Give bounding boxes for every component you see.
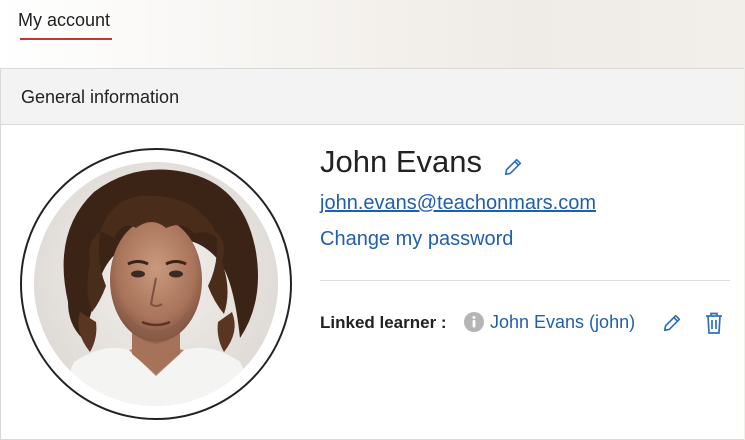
profile-email-link[interactable]: john.evans@teachonmars.com [320, 192, 596, 215]
linked-learner-link[interactable]: John Evans (john) [490, 312, 635, 333]
card-header-title: General information [21, 87, 180, 107]
profile-name: John Evans [320, 144, 482, 179]
user-photo-icon [34, 162, 278, 406]
edit-name-pencil-icon[interactable] [502, 156, 524, 178]
avatar [34, 162, 278, 406]
edit-linked-learner-pencil-icon[interactable] [661, 312, 683, 334]
delete-linked-learner-trash-icon[interactable] [704, 311, 724, 335]
top-tab-bar: My account [0, 0, 745, 68]
avatar-frame [20, 148, 292, 420]
section-divider [320, 280, 730, 281]
card-header: General information [1, 69, 744, 125]
active-tab-indicator [20, 38, 112, 40]
info-icon[interactable] [464, 312, 484, 332]
my-account-page: My account General information John Evan… [0, 0, 745, 440]
change-password-link[interactable]: Change my password [320, 228, 513, 251]
linked-learner-label: Linked learner : [320, 313, 447, 332]
tab-my-account[interactable]: My account [18, 10, 110, 31]
